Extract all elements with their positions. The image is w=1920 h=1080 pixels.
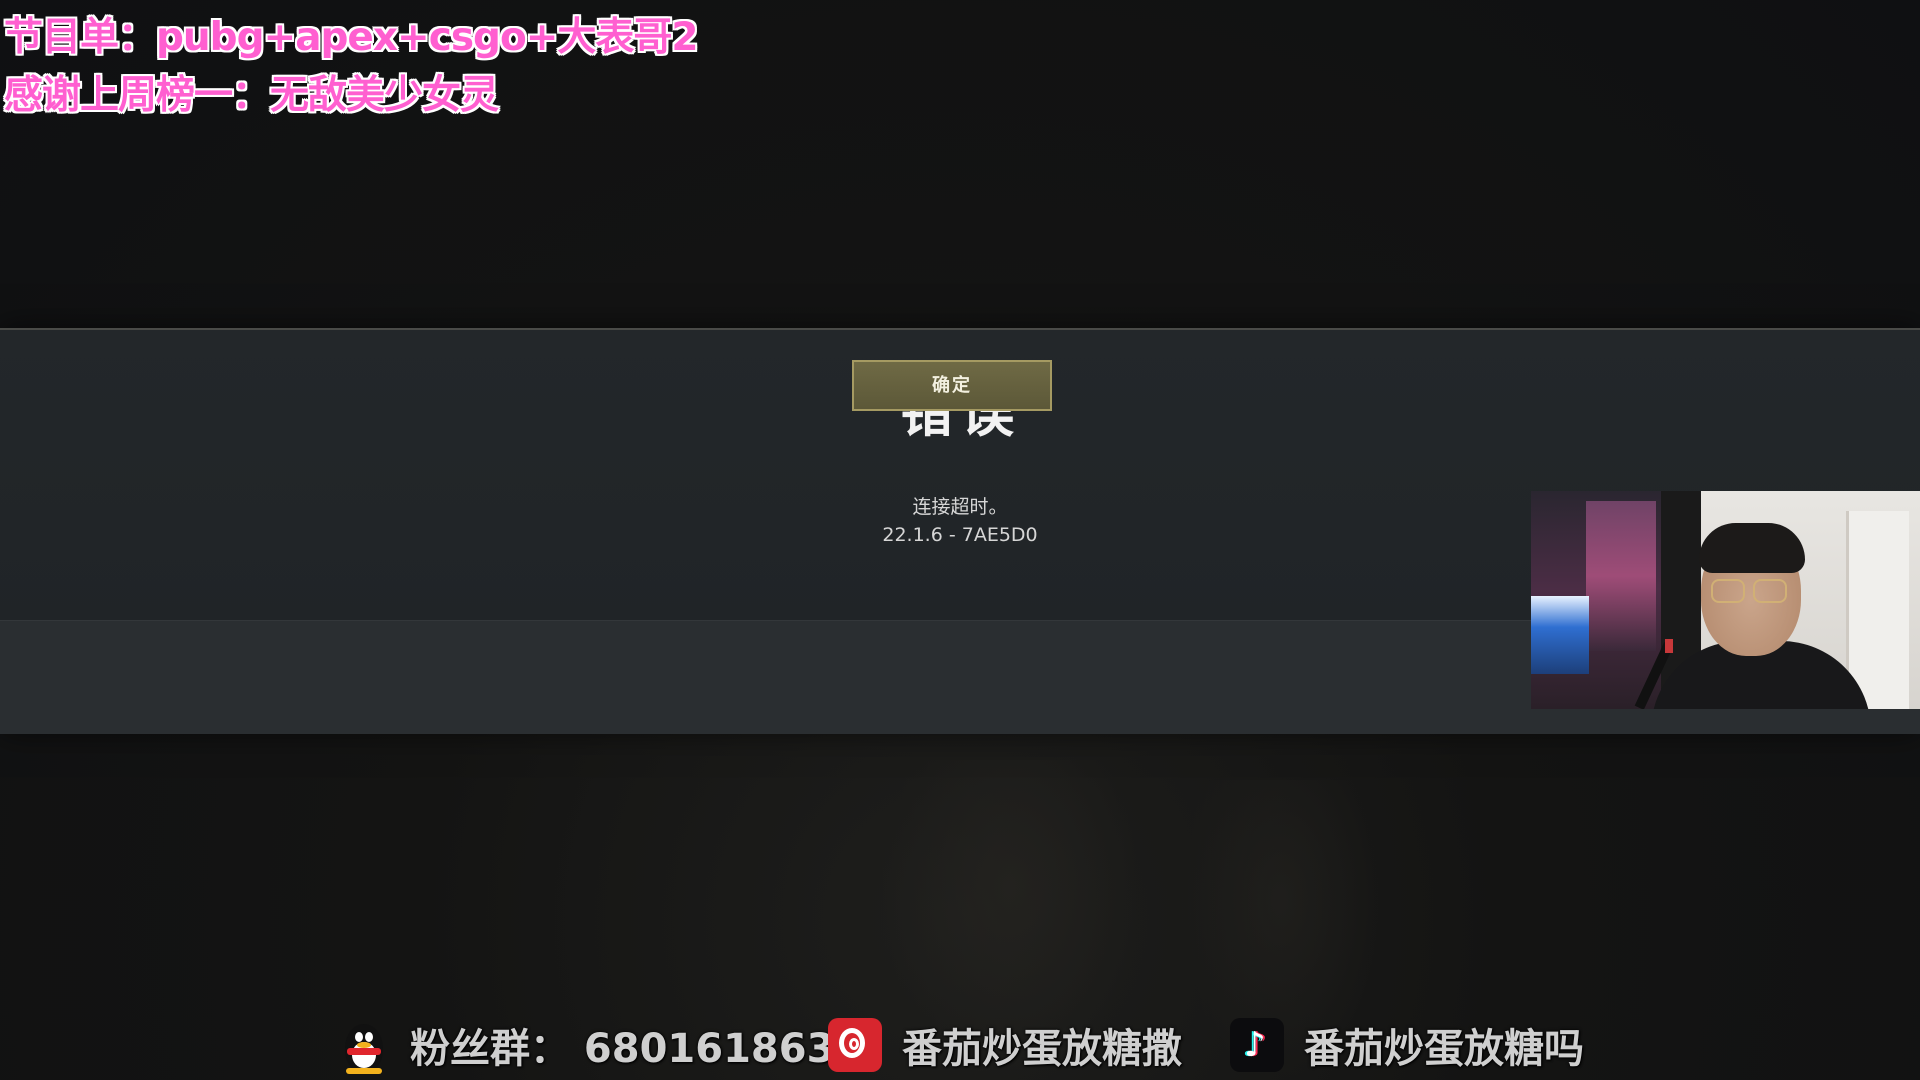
- fan-group-info: 粉丝群： 680161863: [336, 1017, 835, 1074]
- douyin-info: ♪ 番茄炒蛋放糖吗: [1230, 1017, 1584, 1073]
- ok-button[interactable]: 确定: [852, 360, 1052, 411]
- netease-music-icon: [828, 1018, 882, 1072]
- glasses-right: [1753, 579, 1787, 603]
- webcam-poster-figure: [1586, 501, 1656, 651]
- microphone-light: [1665, 639, 1673, 653]
- streamer-hair: [1699, 523, 1805, 573]
- fan-group-text: 粉丝群： 680161863: [410, 1026, 835, 1072]
- game-screen: 节目单：pubg+apex+csgo+大表哥2 感谢上周榜一：无敌美少女灵 错误…: [0, 0, 1920, 1080]
- stream-schedule-overlay: 节目单：pubg+apex+csgo+大表哥2: [4, 15, 699, 60]
- netease-info: 番茄炒蛋放糖撒: [828, 1017, 1182, 1073]
- webcam-overlay: [1531, 491, 1920, 709]
- douyin-icon: ♪: [1230, 1018, 1284, 1072]
- webcam-door: [1846, 511, 1909, 709]
- webcam-monitor: [1531, 596, 1589, 674]
- stream-info-bar: 粉丝群： 680161863 番茄炒蛋放糖撒 ♪ 番茄炒蛋放糖吗: [0, 1005, 1920, 1080]
- qq-penguin-icon: [336, 1018, 390, 1074]
- douyin-name: 番茄炒蛋放糖吗: [1304, 1026, 1584, 1072]
- stream-thanks-overlay: 感谢上周榜一：无敌美少女灵: [4, 73, 499, 118]
- netease-name: 番茄炒蛋放糖撒: [902, 1026, 1182, 1072]
- glasses-left: [1711, 579, 1745, 603]
